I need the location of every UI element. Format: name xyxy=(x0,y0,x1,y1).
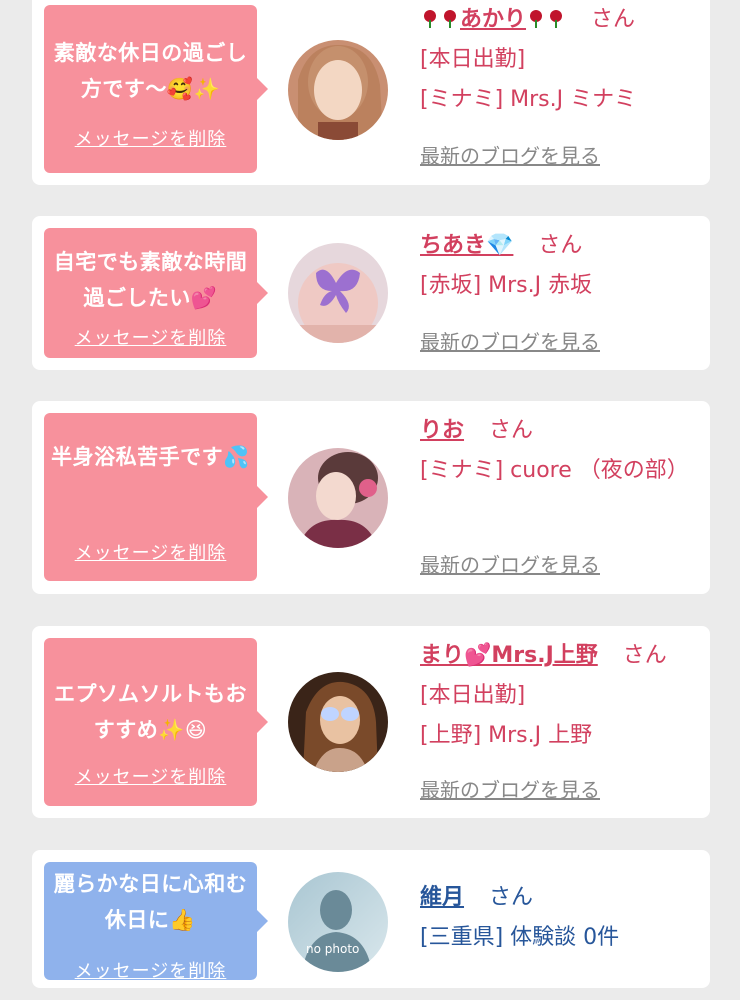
message-bubble: 自宅でも素敵な時間過ごしたい💕 メッセージを削除 xyxy=(44,228,268,358)
message-bubble: 麗らかな日に心和む休日に👍 メッセージを削除 xyxy=(44,862,268,983)
latest-blog-link[interactable]: 最新のブログを見る xyxy=(420,140,600,169)
no-photo-label: no photo xyxy=(306,942,360,956)
cast-name-link[interactable]: まり💕Mrs.J上野 xyxy=(420,643,598,668)
message-card: 自宅でも素敵な時間過ごしたい💕 メッセージを削除 ちあき💎 さん [赤坂] Mr… xyxy=(32,216,710,370)
cast-name-link[interactable]: あかり xyxy=(420,7,566,32)
message-bubble: 素敵な休日の過ごし方です～🥰✨ メッセージを削除 xyxy=(44,5,268,173)
detail-text: [三重県] 体験談 0件 xyxy=(420,925,620,950)
message-bubble: エプソムソルトもおすすめ✨😆 メッセージを削除 xyxy=(44,638,268,806)
honorific: さん xyxy=(489,418,534,443)
message-bubble: 半身浴私苦手です💦 メッセージを削除 xyxy=(44,413,268,581)
delete-message-link[interactable]: メッセージを削除 xyxy=(44,324,257,350)
status-text: [本日出勤] xyxy=(420,47,526,72)
message-text: 半身浴私苦手です💦 xyxy=(51,445,250,469)
avatar[interactable] xyxy=(288,672,388,772)
status-text: [本日出勤] xyxy=(420,683,526,708)
message-card: 麗らかな日に心和む休日に👍 メッセージを削除 no photo 維月 さん [三… xyxy=(32,850,710,988)
cast-info: りお さん [ミナミ] cuore （夜の部） xyxy=(420,411,702,491)
cast-info: まり💕Mrs.J上野 さん [本日出勤] [上野] Mrs.J 上野 xyxy=(420,636,702,756)
latest-blog-link[interactable]: 最新のブログを見る xyxy=(420,774,600,803)
delete-message-link[interactable]: メッセージを削除 xyxy=(44,125,257,151)
message-card: 素敵な休日の過ごし方です～🥰✨ メッセージを削除 あかり さん [本日出勤] [… xyxy=(32,0,710,185)
cast-info: 維月 さん [三重県] 体験談 0件 xyxy=(420,878,702,958)
avatar[interactable] xyxy=(288,243,388,343)
avatar[interactable] xyxy=(288,40,388,140)
message-card: エプソムソルトもおすすめ✨😆 メッセージを削除 まり💕Mrs.J上野 さん [本… xyxy=(32,626,710,818)
message-text: 自宅でも素敵な時間過ごしたい💕 xyxy=(53,250,248,310)
cast-name-link[interactable]: ちあき💎 xyxy=(420,233,513,258)
delete-message-link[interactable]: メッセージを削除 xyxy=(44,539,257,565)
cast-info: あかり さん [本日出勤] [ミナミ] Mrs.J ミナミ xyxy=(420,0,702,120)
avatar-photo xyxy=(288,448,388,548)
avatar[interactable] xyxy=(288,448,388,548)
avatar-photo xyxy=(288,40,388,140)
delete-message-link[interactable]: メッセージを削除 xyxy=(44,957,257,983)
rose-icon xyxy=(444,10,456,28)
shop-text: [赤坂] Mrs.J 赤坂 xyxy=(420,273,593,298)
rose-icon xyxy=(530,10,543,28)
honorific: さん xyxy=(622,643,667,668)
shop-text: [ミナミ] cuore （夜の部） xyxy=(420,458,689,483)
shop-text: [ミナミ] Mrs.J ミナミ xyxy=(420,87,637,112)
avatar-photo xyxy=(288,672,388,772)
avatar[interactable]: no photo xyxy=(288,872,388,972)
latest-blog-link[interactable]: 最新のブログを見る xyxy=(420,326,600,355)
message-card: 半身浴私苦手です💦 メッセージを削除 りお さん [ミナミ] cuore （夜の… xyxy=(32,401,710,594)
honorific: さん xyxy=(489,885,534,910)
shop-text: [上野] Mrs.J 上野 xyxy=(420,723,593,748)
delete-message-link[interactable]: メッセージを削除 xyxy=(44,763,257,789)
message-text: 麗らかな日に心和む休日に👍 xyxy=(53,872,248,932)
rose-icon xyxy=(424,10,436,28)
no-photo-avatar xyxy=(288,872,388,972)
cast-info: ちあき💎 さん [赤坂] Mrs.J 赤坂 xyxy=(420,226,702,306)
avatar-photo xyxy=(288,243,388,343)
cast-name-link[interactable]: 維月 xyxy=(420,885,464,910)
rose-icon xyxy=(550,10,563,28)
message-text: 素敵な休日の過ごし方です～🥰✨ xyxy=(53,41,248,101)
cast-name-link[interactable]: りお xyxy=(420,418,464,443)
latest-blog-link[interactable]: 最新のブログを見る xyxy=(420,549,600,578)
honorific: さん xyxy=(591,7,636,32)
honorific: さん xyxy=(538,233,583,258)
message-text: エプソムソルトもおすすめ✨😆 xyxy=(53,682,248,742)
